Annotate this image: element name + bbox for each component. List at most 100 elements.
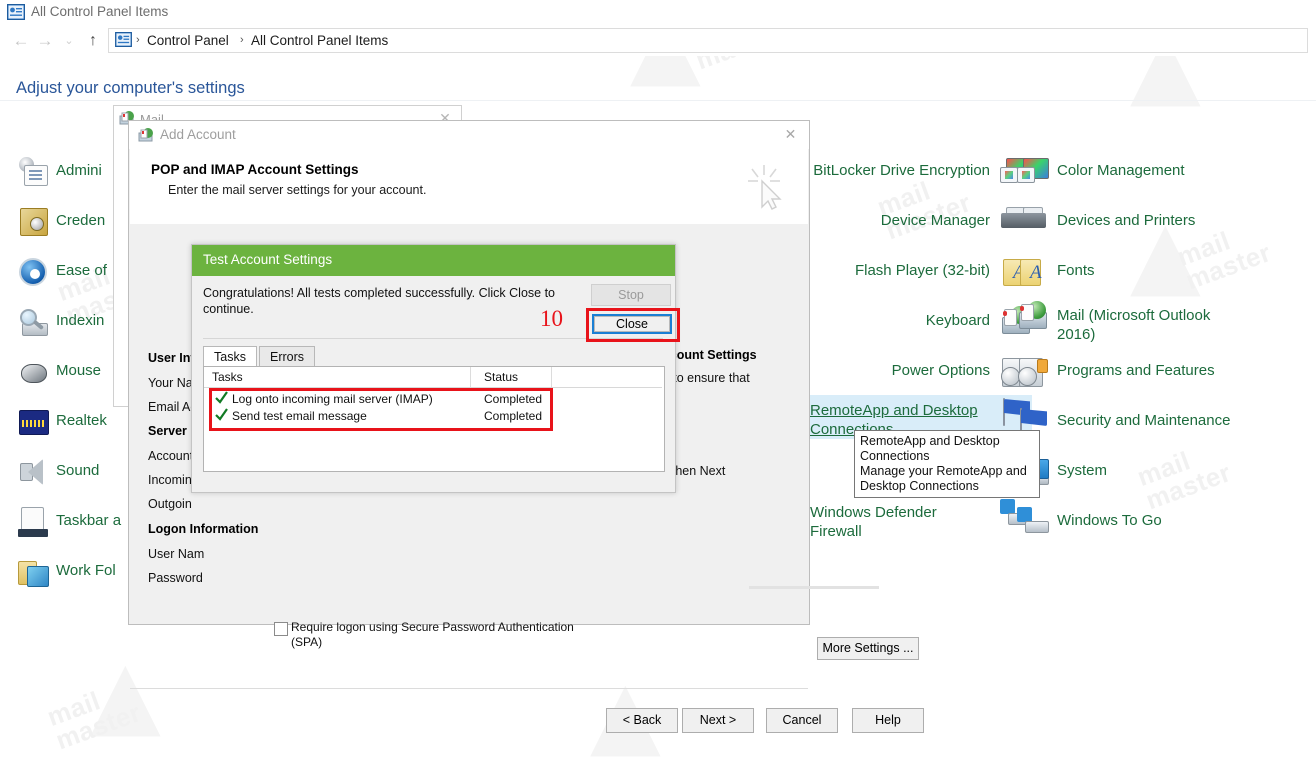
realtek-hd-audio-icon [16,405,50,439]
table-row[interactable]: Log onto incoming mail server (IMAP) Com… [212,391,550,408]
cp-item-label: Fonts [1057,262,1095,279]
section-logon-information: Logon Information [148,522,259,536]
cp-item-windows-to-go[interactable]: Windows To Go [1015,505,1305,539]
fonts-icon: A [1015,255,1049,289]
watermark-logo: ▲ [90,640,161,747]
check-icon [215,391,228,405]
address-control-panel-icon [115,32,132,50]
control-panel-icon [7,4,25,20]
close-button[interactable]: Close [594,316,670,332]
cp-item-fonts[interactable]: A Fonts [1015,255,1305,289]
chevron-down-icon[interactable]: ⌄ [58,30,80,52]
column-header-tasks: Tasks [212,370,243,384]
cp-item-security-and-maintenance[interactable]: Security and Maintenance [1015,405,1305,439]
cp-item-label: Ease of [56,262,107,279]
window-title: All Control Panel Items [31,4,169,19]
label-outgoing-server: Outgoin [148,497,192,511]
label-password: Password [148,571,203,585]
cp-item-label: Flash Player (32-bit) [854,262,990,279]
forward-icon[interactable]: → [34,30,56,52]
annotation-step-number: 10 [540,306,563,331]
cp-item-device-manager[interactable]: Device Manager [810,205,1032,239]
test-dialog-titlebar: Test Account Settings [192,245,675,276]
taskbar-and-navigation-icon [16,505,50,539]
add-account-titlebar: Add Account ✕ [129,121,809,149]
label-email-address: Email Ad [148,400,198,414]
work-folders-icon [16,555,50,589]
cp-item-label: Security and Maintenance [1057,412,1231,429]
cp-item-label: Creden [56,212,106,229]
cp-item-realtek-audio[interactable]: Realtek [16,405,136,439]
cp-item-label: System [1057,462,1108,479]
cp-item-label: Devices and Printers [1057,212,1196,229]
footer-divider [130,688,808,689]
task-name: Send test email message [232,409,367,423]
cp-item-label: BitLocker Drive Encryption [813,162,990,179]
cp-item-programs-and-features[interactable]: Programs and Features [1015,355,1305,389]
navigation-bar: ← → ⌄ ↑ › Control Panel › All Control Pa… [0,26,1316,56]
cp-item-bitlocker[interactable]: BitLocker Drive Encryption [810,155,1032,189]
test-account-settings-dialog: Test Account Settings Congratulations! A… [191,244,676,493]
cp-item-label: Power Options [891,362,990,379]
add-account-subheading: Enter the mail server settings for your … [168,183,427,197]
cp-item-label: Windows Defender Firewall [810,504,937,540]
next-button[interactable]: Next > [682,708,754,733]
stop-button: Stop [591,284,671,306]
tab-tasks[interactable]: Tasks [203,346,257,367]
column-header-status: Status [484,370,519,384]
address-bar[interactable]: › Control Panel › All Control Panel Item… [108,28,1308,53]
up-icon[interactable]: ↑ [82,30,104,52]
breadcrumb-separator: › [240,34,244,46]
more-settings-button[interactable]: More Settings ... [817,637,919,660]
spa-checkbox[interactable] [274,622,288,636]
cp-item-system[interactable]: ✓ System [1015,455,1305,489]
cp-item-label: Taskbar a [56,512,122,529]
close-button-focus-ring: Close [592,314,672,334]
cp-item-label: Mouse [56,362,102,379]
test-dialog-message: Congratulations! All tests completed suc… [203,286,556,316]
tab-errors[interactable]: Errors [259,346,316,367]
windows-to-go-icon [1015,505,1049,539]
cp-item-label: Keyboard [925,312,990,329]
cp-item-label: Realtek [56,412,107,429]
label-account-type: Account [148,449,194,463]
cp-item-sound[interactable]: Sound [16,455,136,489]
cp-item-windows-defender-firewall[interactable]: Windows Defender Firewall [810,497,1032,541]
task-status: Completed [484,392,543,406]
task-list-header: Tasks Status [204,367,662,388]
cp-item-devices-and-printers[interactable]: Devices and Printers [1015,205,1305,239]
cp-item-work-folders[interactable]: Work Fol [16,555,136,589]
cp-item-keyboard[interactable]: Keyboard [810,305,1032,339]
cp-item-label: Sound [56,462,100,479]
label-user-name: User Nam [148,547,205,561]
devices-and-printers-icon [1015,205,1049,239]
cp-item-color-management[interactable]: Color Management [1015,155,1305,189]
task-name: Log onto incoming mail server (IMAP) [232,392,433,406]
cancel-button[interactable]: Cancel [766,708,838,733]
cp-item-power-options[interactable]: Power Options [810,355,1032,389]
cp-item-flash-player[interactable]: A Flash Player (32-bit) [810,255,1032,289]
add-account-heading: POP and IMAP Account Settings [151,162,359,177]
page-title: Adjust your computer's settings [16,79,245,97]
cp-item-label: Mail (Microsoft Outlook 2016) [1057,307,1211,343]
help-button[interactable]: Help [852,708,924,733]
cp-item-label: Indexin [56,312,105,329]
close-icon[interactable]: ✕ [782,126,799,143]
breadcrumb-item-all-items[interactable]: All Control Panel Items [251,33,388,48]
cp-item-mail-outlook[interactable]: Mail (Microsoft Outlook 2016) [1015,300,1305,344]
test-dialog-task-list[interactable]: Tasks Status Log onto incoming mail serv… [203,366,665,472]
back-icon[interactable]: ← [10,30,32,52]
table-row[interactable]: Send test email message Completed [212,408,550,425]
mouse-icon [16,355,50,389]
administrative-tools-icon [16,155,50,189]
window-titlebar: All Control Panel Items [0,0,1316,26]
back-button[interactable]: < Back [606,708,678,733]
cp-item-label: Windows To Go [1057,512,1162,529]
settings-slider-track[interactable] [749,586,879,589]
mail-icon [1015,300,1049,334]
cp-item-label: Work Fol [56,562,116,579]
cp-item-label: Color Management [1057,162,1185,179]
tooltip-body: Manage your RemoteApp and Desktop Connec… [860,464,1027,493]
cp-item-taskbar-and-navigation[interactable]: Taskbar a [16,505,136,539]
breadcrumb-item-control-panel[interactable]: Control Panel [147,33,229,48]
